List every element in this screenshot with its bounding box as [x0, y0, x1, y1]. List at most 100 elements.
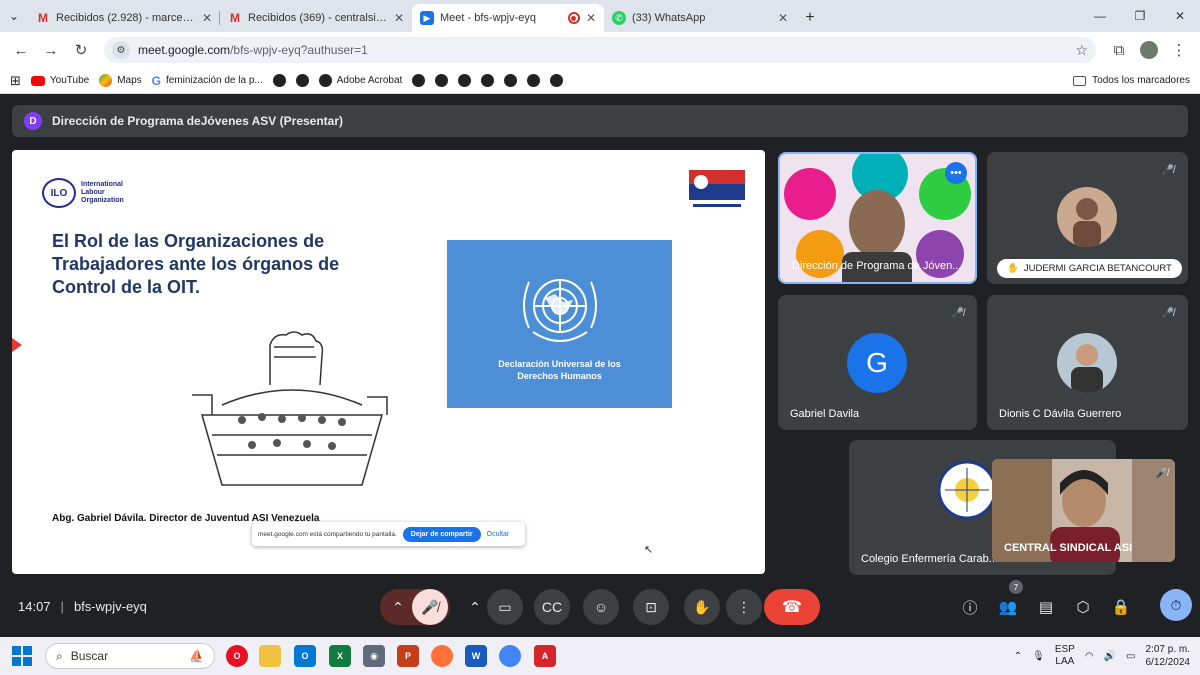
chrome-icon[interactable] [499, 645, 521, 667]
minimize-icon[interactable]: — [1080, 0, 1120, 32]
participant-tile[interactable]: ••• Dirección de Programa de Jóven... [778, 152, 977, 284]
reload-button[interactable]: ↻ [68, 37, 94, 63]
participant-name: Gabriel Davila [790, 408, 860, 420]
back-button[interactable]: ← [8, 37, 34, 63]
host-controls-button[interactable]: 🔒 [1107, 593, 1135, 621]
bookmark-maps[interactable]: Maps [99, 74, 142, 87]
info-icon: ⓘ [962, 599, 978, 617]
globe-icon [458, 74, 472, 87]
recording-icon [567, 12, 580, 24]
menu-icon[interactable]: ⋮ [1166, 37, 1192, 63]
address-bar[interactable]: ⚙ meet.google.com/bfs-wpjv-eyq?authuser=… [104, 37, 1096, 63]
extensions-icon[interactable]: ⧉ [1106, 37, 1132, 63]
folder-icon [1073, 75, 1087, 86]
bookmark-globe-7[interactable] [504, 74, 518, 87]
self-view-tile[interactable]: 🎤̸ CENTRAL SINDICAL ASI [992, 459, 1175, 562]
wifi-icon[interactable]: ◠ [1085, 651, 1094, 662]
forward-button[interactable]: → [38, 37, 64, 63]
start-button[interactable] [12, 646, 32, 666]
meeting-details-button[interactable]: ⓘ [956, 593, 984, 621]
chat-button[interactable]: ▤ [1032, 593, 1060, 621]
camera-toggle[interactable]: ▭ [487, 589, 523, 625]
maps-icon [99, 74, 113, 87]
tab-gmail-2[interactable]: M Recibidos (369) - centralsindical ✕ [220, 4, 412, 32]
bookmark-star-icon[interactable]: ☆ [1075, 42, 1088, 59]
new-tab-button[interactable]: + [796, 4, 824, 32]
file-explorer-icon[interactable] [259, 645, 281, 667]
presenter-label: Dirección de Programa deJóvenes ASV (Pre… [52, 114, 343, 128]
outlook-icon[interactable]: O [294, 645, 316, 667]
shared-screen[interactable]: ILO International Labour Organization El… [12, 150, 765, 574]
chevron-up-icon[interactable]: ⌃ [1014, 651, 1022, 662]
more-options-icon[interactable]: ••• [945, 162, 967, 184]
microphone-icon[interactable]: 🎙 [1032, 651, 1045, 662]
taskbar-clock[interactable]: 2:07 p. m. 6/12/2024 [1146, 643, 1191, 669]
bookmark-label: Maps [117, 75, 142, 86]
participant-tile[interactable]: 🎤̸ Dionis C Dávila Guerrero [987, 295, 1188, 430]
close-icon[interactable]: ✕ [778, 11, 788, 25]
bookmark-globe-8[interactable] [527, 74, 541, 87]
taskbar-search[interactable]: ⌕ Buscar ⛵ [45, 643, 215, 669]
bookmark-globe-2[interactable] [295, 74, 309, 87]
profile-button[interactable] [1136, 37, 1162, 63]
firefox-icon[interactable] [431, 645, 453, 667]
all-bookmarks[interactable]: Todos los marcadores [1073, 75, 1190, 86]
close-window-icon[interactable]: ✕ [1160, 0, 1200, 32]
mic-off-icon: 🎤̸ [421, 598, 439, 615]
bookmark-label: YouTube [49, 75, 90, 86]
bookmark-youtube[interactable]: YouTube [30, 75, 90, 86]
volume-icon[interactable]: 🔊 [1104, 651, 1116, 662]
hide-button[interactable]: Ocultar [487, 531, 510, 538]
url-text[interactable]: meet.google.com/bfs-wpjv-eyq?authuser=1 [138, 43, 1067, 57]
mic-off-icon: 🎤̸ [951, 307, 965, 319]
bookmark-globe-4[interactable] [435, 74, 449, 87]
tab-whatsapp[interactable]: ✆ (33) WhatsApp ✕ [604, 4, 796, 32]
battery-icon[interactable]: ▭ [1126, 651, 1135, 662]
captions-button[interactable]: CC [534, 589, 570, 625]
close-icon[interactable]: ✕ [586, 11, 596, 25]
end-call-icon: ☎ [782, 599, 802, 616]
restore-icon[interactable]: ❐ [1120, 0, 1160, 32]
activities-button[interactable]: ⬡ [1069, 593, 1097, 621]
globe-icon [504, 74, 518, 87]
bookmark-globe-3[interactable] [412, 74, 426, 87]
close-icon[interactable]: ✕ [394, 11, 404, 25]
raise-hand-button[interactable]: ✋ [684, 589, 720, 625]
bookmark-adobe[interactable]: Adobe Acrobat [318, 74, 402, 87]
apps-grid-icon[interactable]: ⊞ [10, 73, 21, 89]
people-button[interactable]: 👥 [994, 593, 1022, 621]
bookmark-globe-9[interactable] [550, 74, 564, 87]
powerpoint-icon[interactable]: P [397, 645, 419, 667]
pointer-arrow-icon [12, 338, 22, 352]
globe-icon [295, 74, 309, 87]
present-button[interactable]: ⊡ [633, 589, 669, 625]
clock-icon: ⏱ [1170, 596, 1182, 613]
more-vert-icon: ⋮ [737, 598, 751, 615]
tab-gmail-1[interactable]: M Recibidos (2.928) - marcelm03 ✕ [28, 4, 220, 32]
opera-icon[interactable]: O [226, 645, 248, 667]
participant-tile[interactable]: 🎤̸ ✋ JUDERMI GARCIA BETANCOURT [987, 152, 1188, 284]
leave-call-button[interactable]: ☎ [764, 589, 820, 625]
microphone-toggle[interactable]: 🎤̸ [412, 589, 448, 625]
more-options-button[interactable]: ⋮ [726, 589, 762, 625]
excel-icon[interactable]: X [329, 645, 351, 667]
stop-sharing-button[interactable]: Dejar de compartir [402, 526, 481, 542]
audio-options-button[interactable]: ⌃ [380, 589, 416, 625]
bookmark-globe-1[interactable] [272, 74, 286, 87]
globe-icon [272, 74, 286, 87]
site-info-icon[interactable]: ⚙ [112, 41, 130, 59]
language-indicator[interactable]: ESP LAA [1055, 644, 1075, 668]
close-icon[interactable]: ✕ [202, 11, 212, 25]
word-icon[interactable]: W [465, 645, 487, 667]
bookmark-google[interactable]: Gfeminización de la p... [152, 74, 263, 88]
timer-button[interactable]: ⏱ [1160, 589, 1192, 621]
bookmark-globe-6[interactable] [481, 74, 495, 87]
tab-search-button[interactable]: ⌄ [0, 0, 28, 32]
lang-line: ESP [1054, 644, 1075, 655]
participant-tile[interactable]: 🎤̸ G Gabriel Davila [778, 295, 977, 430]
reactions-button[interactable]: ☺ [583, 589, 619, 625]
tab-meet[interactable]: ▶ Meet - bfs-wpjv-eyq ✕ [412, 4, 604, 32]
bookmark-globe-5[interactable] [458, 74, 472, 87]
camera-app-icon[interactable]: ◉ [363, 645, 385, 667]
acrobat-icon[interactable]: A [534, 645, 556, 667]
